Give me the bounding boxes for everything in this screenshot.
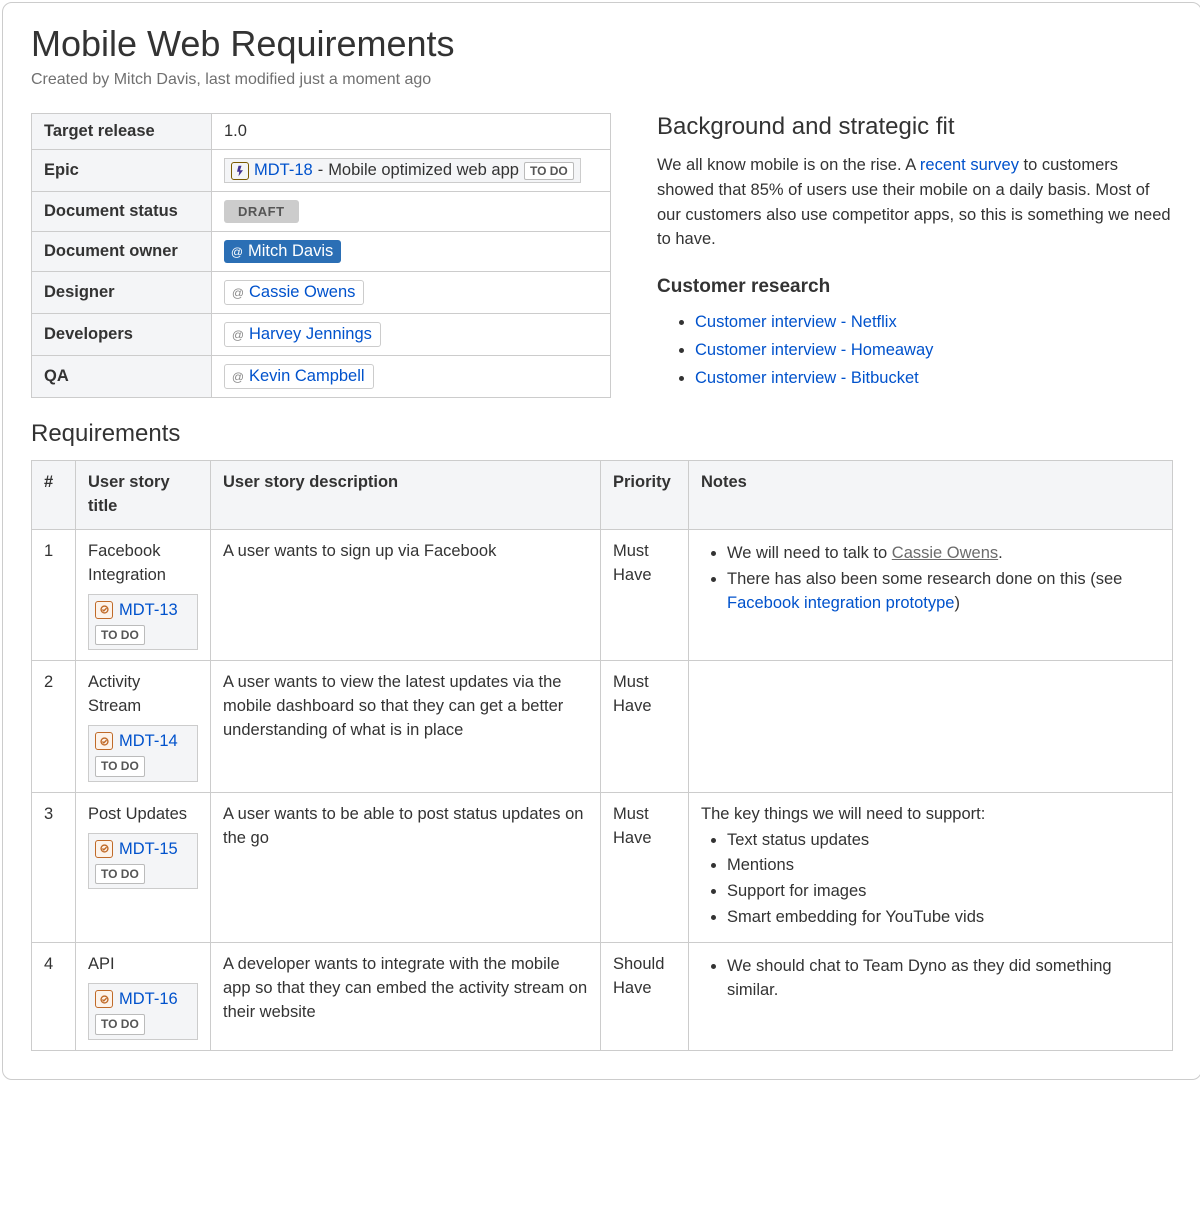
- note-bullet: We should chat to Team Dyno as they did …: [727, 955, 1160, 1003]
- epic-summary: Mobile optimized web app: [328, 161, 519, 180]
- story-icon: [95, 990, 113, 1008]
- story-title: API: [88, 953, 198, 977]
- at-icon: @: [229, 368, 247, 386]
- cell-desc: A user wants to view the latest updates …: [211, 661, 601, 792]
- mention-name: Harvey Jennings: [249, 325, 372, 344]
- mention-name: Mitch Davis: [248, 242, 333, 261]
- table-row: 4 API MDT-16 TO DO A developer wants to …: [32, 943, 1173, 1050]
- mention-cassie-owens-link[interactable]: Cassie Owens: [892, 544, 998, 562]
- page-meta: Created by Mitch Davis, last modified ju…: [31, 71, 1173, 89]
- note-text: We will need to talk to: [727, 544, 892, 562]
- col-title: User story title: [76, 461, 211, 530]
- story-title: Facebook Integration: [88, 540, 198, 588]
- cell-prio: Must Have: [601, 529, 689, 660]
- story-issue-chip[interactable]: MDT-13 TO DO: [88, 594, 198, 650]
- story-status: TO DO: [95, 864, 145, 884]
- col-desc: User story description: [211, 461, 601, 530]
- story-key: MDT-15: [119, 838, 178, 860]
- table-row: 1 Facebook Integration MDT-13 TO DO A us…: [32, 529, 1173, 660]
- label-developers: Developers: [32, 314, 212, 356]
- customer-research-heading: Customer research: [657, 276, 1173, 298]
- note-text: .: [998, 544, 1003, 562]
- epic-issue-chip[interactable]: MDT-18 - Mobile optimized web app TO DO: [224, 158, 581, 183]
- cell-prio: Should Have: [601, 943, 689, 1050]
- story-key: MDT-13: [119, 599, 178, 621]
- mention-name: Kevin Campbell: [249, 367, 365, 386]
- at-icon: @: [229, 284, 247, 302]
- col-prio: Priority: [601, 461, 689, 530]
- research-link[interactable]: Customer interview - Homeaway: [695, 341, 933, 359]
- story-key: MDT-14: [119, 730, 178, 752]
- requirements-heading: Requirements: [31, 420, 1173, 448]
- cell-notes: We should chat to Team Dyno as they did …: [689, 943, 1173, 1050]
- story-key: MDT-16: [119, 988, 178, 1010]
- facebook-prototype-link[interactable]: Facebook integration prototype: [727, 594, 954, 612]
- label-doc-status: Document status: [32, 192, 212, 232]
- story-status: TO DO: [95, 1014, 145, 1034]
- story-icon: [95, 601, 113, 619]
- cell-notes: [689, 661, 1173, 792]
- cell-prio: Must Have: [601, 792, 689, 943]
- story-icon: [95, 732, 113, 750]
- cell-num: 2: [32, 661, 76, 792]
- label-epic: Epic: [32, 150, 212, 192]
- background-heading: Background and strategic fit: [657, 113, 1173, 141]
- customer-research-list: Customer interview - Netflix Customer in…: [657, 308, 1173, 392]
- story-title: Activity Stream: [88, 671, 198, 719]
- col-notes: Notes: [689, 461, 1173, 530]
- label-qa: QA: [32, 356, 212, 398]
- label-doc-owner: Document owner: [32, 232, 212, 272]
- recent-survey-link[interactable]: recent survey: [920, 156, 1019, 174]
- at-icon: @: [228, 243, 246, 261]
- cell-notes: We will need to talk to Cassie Owens. Th…: [689, 529, 1173, 660]
- note-bullet: Support for images: [727, 880, 1160, 904]
- value-target-release: 1.0: [212, 114, 611, 150]
- at-icon: @: [229, 326, 247, 344]
- note-text: ): [954, 594, 960, 612]
- metadata-table: Target release 1.0 Epic MDT-18 - Mobile …: [31, 113, 611, 398]
- cell-desc: A developer wants to integrate with the …: [211, 943, 601, 1050]
- background-paragraph: We all know mobile is on the rise. A rec…: [657, 153, 1173, 252]
- note-bullet: Smart embedding for YouTube vids: [727, 906, 1160, 930]
- bg-text: We all know mobile is on the rise. A: [657, 156, 920, 174]
- story-status: TO DO: [95, 625, 145, 645]
- note-bullet: Mentions: [727, 854, 1160, 878]
- story-icon: [95, 840, 113, 858]
- story-title: Post Updates: [88, 803, 198, 827]
- research-link[interactable]: Customer interview - Netflix: [695, 313, 897, 331]
- cell-notes: The key things we will need to support: …: [689, 792, 1173, 943]
- label-target-release: Target release: [32, 114, 212, 150]
- note-text: There has also been some research done o…: [727, 570, 1122, 588]
- story-issue-chip[interactable]: MDT-16 TO DO: [88, 983, 198, 1039]
- epic-key: MDT-18: [254, 161, 313, 180]
- story-status: TO DO: [95, 756, 145, 776]
- mention-designer[interactable]: @ Cassie Owens: [224, 280, 364, 305]
- cell-desc: A user wants to sign up via Facebook: [211, 529, 601, 660]
- note-intro: The key things we will need to support:: [701, 803, 1160, 827]
- col-num: #: [32, 461, 76, 530]
- mention-developers[interactable]: @ Harvey Jennings: [224, 322, 381, 347]
- cell-num: 3: [32, 792, 76, 943]
- epic-icon: [231, 162, 249, 180]
- cell-num: 4: [32, 943, 76, 1050]
- mention-doc-owner[interactable]: @ Mitch Davis: [224, 240, 341, 263]
- table-row: 3 Post Updates MDT-15 TO DO A user wants…: [32, 792, 1173, 943]
- label-designer: Designer: [32, 272, 212, 314]
- story-issue-chip[interactable]: MDT-14 TO DO: [88, 725, 198, 781]
- note-bullet: Text status updates: [727, 829, 1160, 853]
- epic-status: TO DO: [524, 162, 574, 180]
- page-title: Mobile Web Requirements: [31, 23, 1173, 65]
- table-row: 2 Activity Stream MDT-14 TO DO A user wa…: [32, 661, 1173, 792]
- epic-sep: -: [318, 161, 324, 180]
- research-link[interactable]: Customer interview - Bitbucket: [695, 369, 919, 387]
- story-issue-chip[interactable]: MDT-15 TO DO: [88, 833, 198, 889]
- cell-prio: Must Have: [601, 661, 689, 792]
- doc-status-pill: DRAFT: [224, 200, 299, 223]
- cell-desc: A user wants to be able to post status u…: [211, 792, 601, 943]
- mention-qa[interactable]: @ Kevin Campbell: [224, 364, 374, 389]
- cell-num: 1: [32, 529, 76, 660]
- mention-name: Cassie Owens: [249, 283, 355, 302]
- requirements-table: # User story title User story descriptio…: [31, 460, 1173, 1050]
